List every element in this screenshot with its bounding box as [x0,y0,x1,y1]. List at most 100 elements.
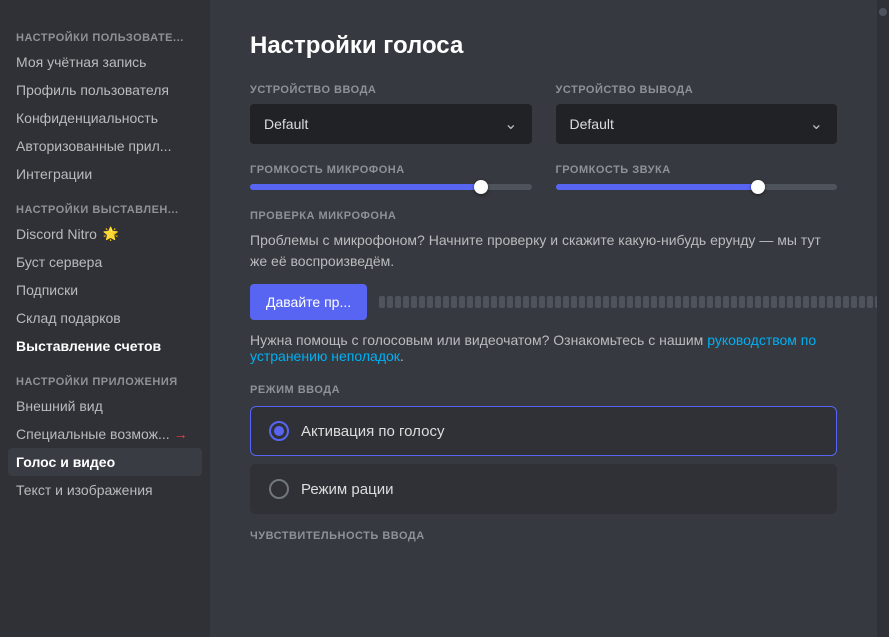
mic-bar [851,296,857,308]
mic-bar [675,296,681,308]
mic-bar [755,296,761,308]
sound-volume-label: ГРОМКОСТЬ ЗВУКА [556,164,838,176]
sound-volume-slider[interactable] [556,184,838,190]
mic-bars [379,296,877,308]
slider-fill [250,184,481,190]
help-text-before: Нужна помощь с голосовым или видеочатом?… [250,332,707,348]
scroll-indicator [877,0,889,637]
sidebar-item-account[interactable]: Моя учётная запись [8,48,202,76]
slider-fill [556,184,759,190]
ptt-label: Режим рации [301,481,393,498]
mic-bar [659,296,665,308]
mic-volume-slider[interactable] [250,184,532,190]
input-device-label: УСТРОЙСТВО ВВОДА [250,84,532,96]
sidebar-section-app-settings: НАСТРОЙКИ ПРИЛОЖЕНИЯ [8,368,202,392]
mic-bar [723,296,729,308]
sidebar-item-accessibility[interactable]: Специальные возмож... → [8,420,202,448]
mic-test-section: ПРОВЕРКА МИКРОФОНА Проблемы с микрофоном… [250,210,837,364]
sidebar-item-profile[interactable]: Профиль пользователя [8,76,202,104]
sidebar-item-voice[interactable]: Голос и видео [8,448,202,476]
mic-test-button[interactable]: Давайте пр... [250,284,367,320]
mic-bar [835,296,841,308]
mic-bar [443,296,449,308]
output-device-col: УСТРОЙСТВО ВЫВОДА Default ⌄ [556,84,838,144]
mic-bar [435,296,441,308]
mic-bar [699,296,705,308]
mic-bar [867,296,873,308]
mic-bar [715,296,721,308]
sidebar-item-label: Подписки [16,282,78,298]
sidebar-item-label: Голос и видео [16,454,115,470]
mic-bar [635,296,641,308]
mic-bar [531,296,537,308]
mic-bar [667,296,673,308]
sidebar-item-appearance[interactable]: Внешний вид [8,392,202,420]
sidebar-item-integrations[interactable]: Интеграции [8,160,202,188]
mic-bar [603,296,609,308]
mic-bar [627,296,633,308]
mic-bar [379,296,385,308]
page-title: Настройки голоса [250,32,837,60]
sidebar-item-billing[interactable]: Выставление счетов [8,332,202,360]
sidebar-item-subscriptions[interactable]: Подписки [8,276,202,304]
sidebar-item-apps[interactable]: Авторизованные прил... [8,132,202,160]
mic-bar [395,296,401,308]
mic-bar [595,296,601,308]
mic-bar [571,296,577,308]
mic-bar [763,296,769,308]
mic-bar [475,296,481,308]
mic-bar [731,296,737,308]
sidebar-item-privacy[interactable]: Конфиденциальность [8,104,202,132]
mic-test-description: Проблемы с микрофоном? Начните проверку … [250,230,837,272]
input-mode-voice[interactable]: Активация по голосу [250,406,837,456]
scroll-up-button[interactable] [879,8,887,16]
mic-bar [795,296,801,308]
chevron-down-icon: ⌄ [504,114,517,134]
input-device-value: Default [264,116,308,132]
mic-test-label: ПРОВЕРКА МИКРОФОНА [250,210,837,222]
sensitivity-label: ЧУВСТВИТЕЛЬНОСТЬ ВВОДА [250,530,837,542]
sidebar-item-label: Внешний вид [16,398,103,414]
slider-thumb[interactable] [751,180,765,194]
sidebar-item-boost[interactable]: Буст сервера [8,248,202,276]
sidebar-item-label: Интеграции [16,166,92,182]
slider-thumb[interactable] [474,180,488,194]
help-text: Нужна помощь с голосовым или видеочатом?… [250,332,837,364]
output-device-label: УСТРОЙСТВО ВЫВОДА [556,84,838,96]
volume-row: ГРОМКОСТЬ МИКРОФОНА ГРОМКОСТЬ ЗВУКА [250,164,837,190]
mic-bar [683,296,689,308]
sidebar-item-nitro[interactable]: Discord Nitro 🌟 [8,220,202,248]
mic-bar [579,296,585,308]
mic-bar [563,296,569,308]
nitro-icon: 🌟 [103,226,119,242]
mic-bar [651,296,657,308]
input-mode-label: РЕЖИМ ВВОДА [250,384,837,396]
input-mode-ptt[interactable]: Режим рации [250,464,837,514]
mic-bar [539,296,545,308]
input-device-select[interactable]: Default ⌄ [250,104,532,144]
output-device-select[interactable]: Default ⌄ [556,104,838,144]
mic-bar [427,296,433,308]
sidebar-item-gifts[interactable]: Склад подарков [8,304,202,332]
mic-bar [779,296,785,308]
mic-bar [491,296,497,308]
mic-bar [547,296,553,308]
sound-volume-col: ГРОМКОСТЬ ЗВУКА [556,164,838,190]
sidebar-item-label: Профиль пользователя [16,82,169,98]
mic-bar [451,296,457,308]
mic-bar [643,296,649,308]
mic-bar [459,296,465,308]
sidebar-section-user-settings: НАСТРОЙКИ ПОЛЬЗОВАТЕ... [8,24,202,48]
sidebar: НАСТРОЙКИ ПОЛЬЗОВАТЕ... Моя учётная запи… [0,0,210,637]
mic-bar [859,296,865,308]
sidebar-item-label: Discord Nitro [16,226,97,242]
input-device-col: УСТРОЙСТВО ВВОДА Default ⌄ [250,84,532,144]
radio-ptt [269,479,289,499]
mic-bar [819,296,825,308]
sidebar-item-label: Моя учётная запись [16,54,146,70]
sensitivity-section: ЧУВСТВИТЕЛЬНОСТЬ ВВОДА [250,530,837,542]
sidebar-section-billing: НАСТРОЙКИ ВЫСТАВЛЕН... [8,196,202,220]
mic-bar [843,296,849,308]
radio-inner [274,426,284,436]
sidebar-item-text[interactable]: Текст и изображения [8,476,202,504]
